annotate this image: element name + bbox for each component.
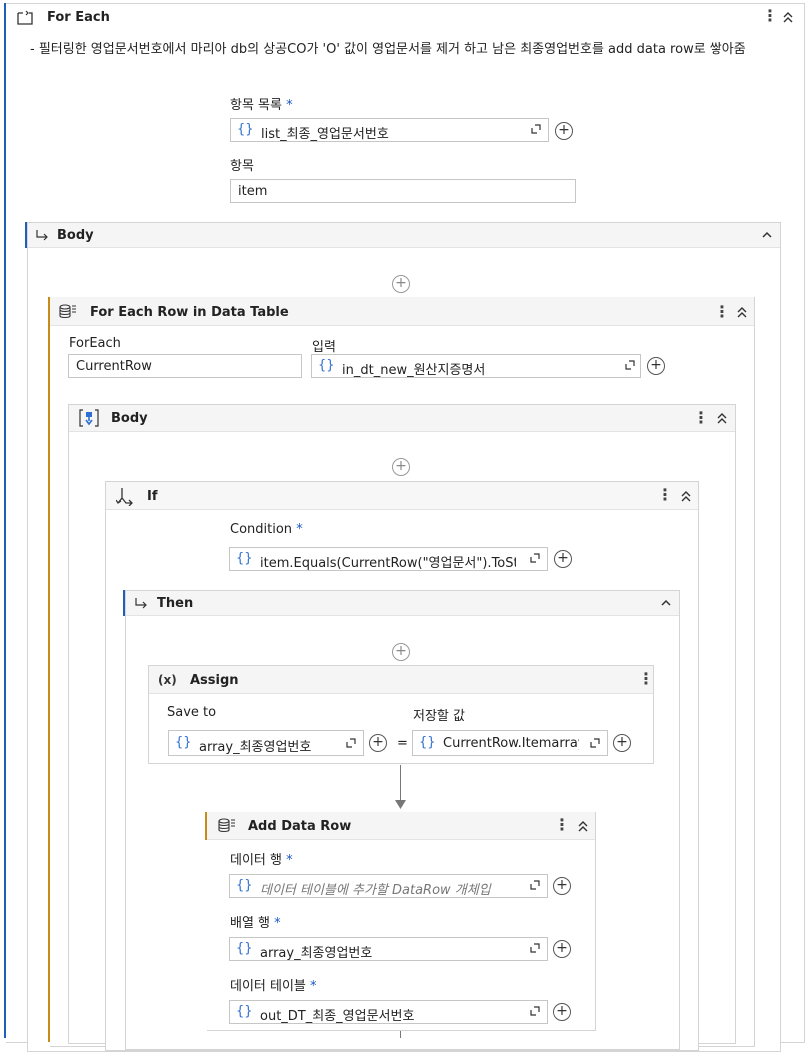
expression-icon: {} — [419, 735, 436, 750]
adddatarow-more-icon[interactable]: ⋮ — [554, 817, 570, 833]
body2-more-icon[interactable]: ⋮ — [693, 410, 709, 426]
then-collapse-icon[interactable] — [660, 598, 672, 608]
list-field[interactable]: {} list_최종_영업문서번호 — [230, 118, 549, 142]
expand-editor-icon[interactable] — [531, 124, 541, 134]
expression-icon: {} — [237, 122, 254, 137]
save-to-label: Save to — [167, 705, 217, 720]
add-activity-plus-icon[interactable]: + — [392, 275, 410, 293]
expression-icon: {} — [236, 551, 253, 566]
data-table-label: 데이터 테이블 * — [230, 979, 317, 994]
expression-icon: {} — [236, 878, 253, 893]
if-branch-icon — [116, 488, 133, 506]
connector-line — [400, 765, 401, 803]
expand-editor-icon[interactable] — [530, 1006, 540, 1016]
expression-icon: {} — [175, 735, 192, 750]
then-title: Then — [157, 596, 194, 611]
value-plus-icon[interactable]: + — [613, 734, 631, 752]
item-field[interactable]: item — [230, 179, 576, 203]
body1-title: Body — [57, 228, 94, 243]
expression-icon: {} — [318, 358, 335, 373]
add-activity-plus-icon[interactable]: + — [392, 643, 410, 661]
foreach-variable-field[interactable]: CurrentRow — [68, 354, 302, 378]
list-value: list_최종_영업문서번호 — [261, 127, 389, 142]
data-row-plus-icon[interactable]: + — [553, 877, 571, 895]
expression-icon: {} — [236, 941, 253, 956]
expand-editor-icon[interactable] — [590, 738, 600, 748]
foreach-more-icon[interactable]: ⋮ — [762, 8, 778, 24]
foreach-variable-label: ForEach — [69, 336, 121, 351]
body2-collapse-icon[interactable] — [716, 412, 728, 424]
foreach-description: - 필터링한 영업문서번호에서 마리아 db의 상공CO가 'O' 값이 영업문… — [30, 42, 746, 57]
assign-header[interactable]: (x) Assign ⋮ — [149, 666, 654, 694]
adddatarow-collapse-icon[interactable] — [577, 820, 589, 832]
save-to-plus-icon[interactable]: + — [369, 734, 387, 752]
add-activity-plus-icon[interactable]: + — [392, 458, 410, 476]
assign-more-icon[interactable]: ⋮ — [638, 671, 654, 687]
data-row-placeholder: 데이터 테이블에 추가할 DataRow 개체입 — [260, 883, 491, 898]
input-value: in_dt_new_원산지증명서 — [342, 363, 486, 378]
data-table-value: out_DT_최종_영업문서번호 — [260, 1009, 415, 1024]
condition-value: item.Equals(CurrentRow("영업문서").ToSt — [260, 556, 516, 571]
value-label: 저장할 값 — [413, 709, 465, 724]
item-label: 항목 — [230, 159, 254, 174]
list-label: 항목 목록 * — [230, 98, 293, 113]
adddatarow-header[interactable]: Add Data Row ⋮ — [207, 812, 595, 840]
foreachrow-collapse-icon[interactable] — [736, 306, 748, 318]
data-table-field[interactable]: {} out_DT_최종_영업문서번호 — [229, 1000, 548, 1024]
value-value: CurrentRow.Itemarray — [443, 736, 579, 751]
if-more-icon[interactable]: ⋮ — [657, 487, 673, 503]
connector-line-bottom — [400, 1031, 401, 1038]
data-row-label: 데이터 행 * — [230, 853, 293, 868]
expand-editor-icon[interactable] — [530, 880, 540, 890]
foreachrow-header[interactable]: For Each Row in Data Table ⋮ — [50, 297, 754, 326]
save-to-field[interactable]: {} array_최종영업번호 — [168, 730, 364, 756]
expand-editor-icon[interactable] — [346, 738, 356, 748]
expand-editor-icon[interactable] — [530, 943, 540, 953]
assign-title: Assign — [190, 673, 239, 688]
if-title: If — [147, 489, 158, 504]
foreach-icon — [17, 10, 33, 25]
foreachrow-more-icon[interactable]: ⋮ — [714, 304, 730, 320]
connector-arrow-icon — [395, 800, 406, 809]
array-row-value: array_최종영업번호 — [260, 946, 373, 961]
body2-title: Body — [111, 411, 148, 426]
expand-editor-icon[interactable] — [530, 553, 540, 563]
foreach-title: For Each — [47, 10, 110, 25]
expression-icon: {} — [236, 1004, 253, 1019]
list-plus-icon[interactable]: + — [555, 122, 573, 140]
if-header[interactable]: If ⋮ — [106, 482, 698, 510]
then-header[interactable]: Then — [126, 591, 679, 616]
equals-sign: = — [397, 736, 408, 751]
assign-icon: (x) — [158, 673, 177, 687]
body-arrow-icon — [36, 230, 48, 241]
sequence-icon — [79, 409, 99, 427]
body1-collapse-icon[interactable] — [761, 230, 773, 240]
foreachrow-title: For Each Row in Data Table — [90, 305, 289, 320]
database-icon — [59, 304, 76, 319]
value-field[interactable]: {} CurrentRow.Itemarray — [412, 730, 608, 756]
array-row-label: 배열 행 * — [230, 916, 281, 931]
if-collapse-icon[interactable] — [680, 490, 692, 502]
database-icon — [218, 818, 235, 833]
foreach-header[interactable]: For Each ⋮ — [6, 3, 804, 31]
data-table-plus-icon[interactable]: + — [553, 1003, 571, 1021]
data-row-field[interactable]: {} 데이터 테이블에 추가할 DataRow 개체입 — [229, 874, 548, 898]
condition-label: Condition * — [230, 522, 303, 537]
condition-field[interactable]: {} item.Equals(CurrentRow("영업문서").ToSt — [229, 547, 548, 571]
array-row-plus-icon[interactable]: + — [553, 940, 571, 958]
input-field[interactable]: {} in_dt_new_원산지증명서 — [311, 354, 641, 378]
expand-editor-icon[interactable] — [625, 360, 635, 370]
array-row-field[interactable]: {} array_최종영업번호 — [229, 937, 548, 961]
input-label: 입력 — [312, 340, 336, 355]
item-value: item — [238, 184, 268, 199]
save-to-value: array_최종영업번호 — [199, 740, 312, 755]
foreach-variable-value: CurrentRow — [76, 359, 152, 374]
input-plus-icon[interactable]: + — [647, 357, 665, 375]
body2-header[interactable]: Body ⋮ — [69, 405, 735, 432]
body-arrow-icon — [135, 598, 147, 609]
body1-header[interactable]: Body — [28, 223, 780, 248]
condition-plus-icon[interactable]: + — [554, 550, 572, 568]
adddatarow-title: Add Data Row — [248, 819, 352, 834]
foreach-collapse-icon[interactable] — [782, 11, 794, 23]
